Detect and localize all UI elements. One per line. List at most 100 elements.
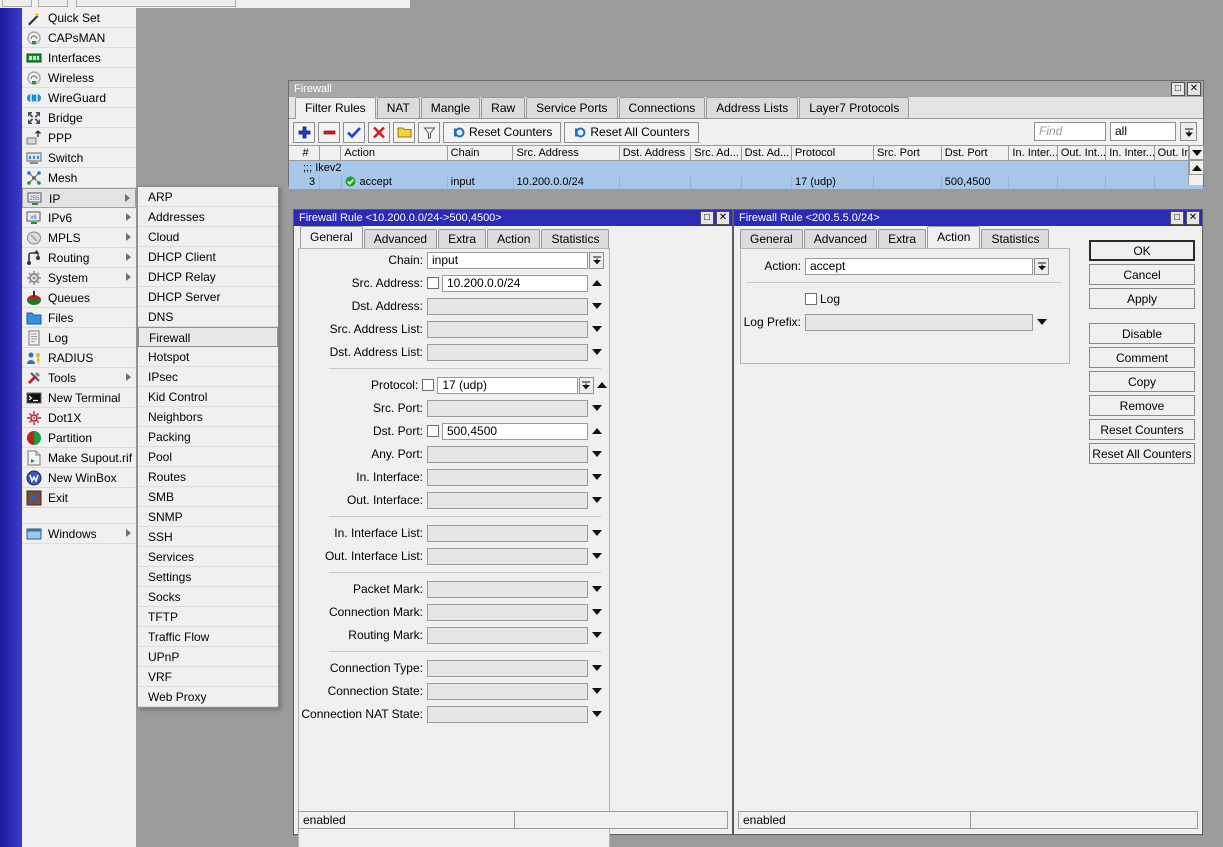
column-header[interactable]: Chain [447,146,514,161]
sidebar-item-bridge[interactable]: Bridge [22,108,136,128]
sidebar-item-log[interactable]: Log [22,328,136,348]
sidebar-item-dot1x[interactable]: Dot1X [22,408,136,428]
column-header[interactable] [320,146,342,161]
column-header[interactable]: Dst. Ad... [741,146,792,161]
src-address-list-spin-down-icon[interactable] [590,321,604,338]
ip-submenu-item-dns[interactable]: DNS [138,307,278,327]
action-dropdown-icon[interactable] [1034,257,1049,275]
out-interface-list-spin-down-icon[interactable] [590,548,604,565]
ip-submenu-item-hotspot[interactable]: Hotspot [138,347,278,367]
reset-all-counters-button[interactable]: Reset All Counters [1089,443,1195,464]
comment-icon[interactable] [393,121,415,143]
ip-submenu-item-socks[interactable]: Socks [138,587,278,607]
sidebar-item-ppp[interactable]: PPP [22,128,136,148]
ip-submenu-item-dhcp-relay[interactable]: DHCP Relay [138,267,278,287]
protocol-input[interactable]: 17 (udp) [437,376,579,394]
connection-nat-state-input[interactable] [427,705,588,723]
connection-state-input[interactable] [427,682,588,700]
column-header[interactable]: In. Inter... [1106,146,1155,161]
tab-raw[interactable]: Raw [481,97,526,118]
dst-port-spin-up-icon[interactable] [590,423,604,440]
out-interface-input[interactable] [427,491,588,509]
ip-submenu-item-upnp[interactable]: UPnP [138,647,278,667]
ip-submenu-item-cloud[interactable]: Cloud [138,227,278,247]
reset-counters-button[interactable]: Reset Counters [1089,419,1195,440]
tab-statistics[interactable]: Statistics [541,229,610,248]
src-address-list-input[interactable] [427,320,588,338]
chain-dropdown-icon[interactable] [589,251,604,269]
ok-button[interactable]: OK [1089,240,1195,261]
sidebar-item-ip[interactable]: 255 IP [22,188,136,208]
dst-port-checkbox[interactable] [427,425,439,437]
ip-submenu-item-smb[interactable]: SMB [138,487,278,507]
dst-address-list-spin-down-icon[interactable] [590,344,604,361]
sidebar-item-routing[interactable]: Routing [22,248,136,268]
connection-type-input[interactable] [427,659,588,677]
connection-mark-spin-down-icon[interactable] [590,604,604,621]
dst-port-input[interactable]: 500,4500 [442,422,588,440]
routing-mark-spin-down-icon[interactable] [590,627,604,644]
filter-dropdown-icon[interactable] [1180,122,1197,141]
ip-submenu-item-pool[interactable]: Pool [138,447,278,467]
out-interface-list-input[interactable] [427,547,588,565]
src-address-spin-up-icon[interactable] [590,275,604,292]
any-port-spin-down-icon[interactable] [590,446,604,463]
sidebar-item-system[interactable]: System [22,268,136,288]
src-address-checkbox[interactable] [427,277,439,289]
tab-service-ports[interactable]: Service Ports [526,97,618,118]
toolbar-button-1[interactable] [2,0,32,7]
ip-submenu-item-arp[interactable]: ARP [138,187,278,207]
reset-counters-button[interactable]: Reset Counters [443,121,562,143]
dst-address-spin-down-icon[interactable] [590,298,604,315]
tab-general[interactable]: General [300,226,363,249]
sidebar-item-mpls[interactable]: MPLS [22,228,136,248]
sidebar-item-quick-set[interactable]: Quick Set [22,8,136,28]
ip-submenu-item-neighbors[interactable]: Neighbors [138,407,278,427]
sidebar-item-ipv6[interactable]: v6 IPv6 [22,208,136,228]
column-header[interactable]: Dst. Address [619,146,692,161]
sidebar-item-make-supout-rif[interactable]: Make Supout.rif [22,448,136,468]
disable-rule-button[interactable] [368,121,390,143]
out-interface-spin-down-icon[interactable] [590,492,604,509]
protocol-checkbox[interactable] [422,379,435,391]
ip-submenu-item-traffic-flow[interactable]: Traffic Flow [138,627,278,647]
sidebar-item-interfaces[interactable]: Interfaces [22,48,136,68]
sidebar-item-tools[interactable]: Tools [22,368,136,388]
src-port-input[interactable] [427,399,588,417]
ip-submenu-item-firewall[interactable]: Firewall [138,327,278,347]
tab-general[interactable]: General [740,229,803,248]
column-header[interactable]: # [289,146,321,161]
dst-address-input[interactable] [427,297,588,315]
connection-mark-input[interactable] [427,603,588,621]
ip-submenu-item-vrf[interactable]: VRF [138,667,278,687]
sidebar-item-wireguard[interactable]: WireGuard [22,88,136,108]
filter-select[interactable]: all [1110,122,1176,141]
ip-submenu-item-services[interactable]: Services [138,547,278,567]
copy-button[interactable]: Copy [1089,371,1195,392]
sidebar-item-windows[interactable]: Windows [22,524,136,544]
in-interface-list-spin-down-icon[interactable] [590,525,604,542]
sidebar-item-new-winbox[interactable]: New WinBox [22,468,136,488]
column-header[interactable]: Out. Int... [1057,146,1107,161]
log-prefix-dropdown-icon[interactable] [1035,314,1049,331]
maximize-icon[interactable]: □ [1171,82,1185,96]
action-select[interactable]: accept [805,257,1033,275]
packet-mark-spin-down-icon[interactable] [590,581,604,598]
close-icon[interactable]: ✕ [1186,211,1200,225]
ip-submenu-item-routes[interactable]: Routes [138,467,278,487]
tab-mangle[interactable]: Mangle [420,97,481,118]
scroll-down-icon[interactable] [1189,145,1204,160]
sidebar-item-wireless[interactable]: Wireless [22,68,136,88]
log-checkbox[interactable] [805,293,817,305]
connection-state-spin-down-icon[interactable] [590,683,604,700]
grid-vertical-scrollbar[interactable] [1188,145,1204,185]
ip-submenu-item-kid-control[interactable]: Kid Control [138,387,278,407]
packet-mark-input[interactable] [427,580,588,598]
column-header[interactable]: Action [341,146,448,161]
tab-extra[interactable]: Extra [878,229,927,248]
tab-extra[interactable]: Extra [438,229,487,248]
tab-action[interactable]: Action [487,229,541,248]
ip-submenu-item-dhcp-client[interactable]: DHCP Client [138,247,278,267]
ip-submenu-item-web-proxy[interactable]: Web Proxy [138,687,278,707]
ip-submenu-item-settings[interactable]: Settings [138,567,278,587]
